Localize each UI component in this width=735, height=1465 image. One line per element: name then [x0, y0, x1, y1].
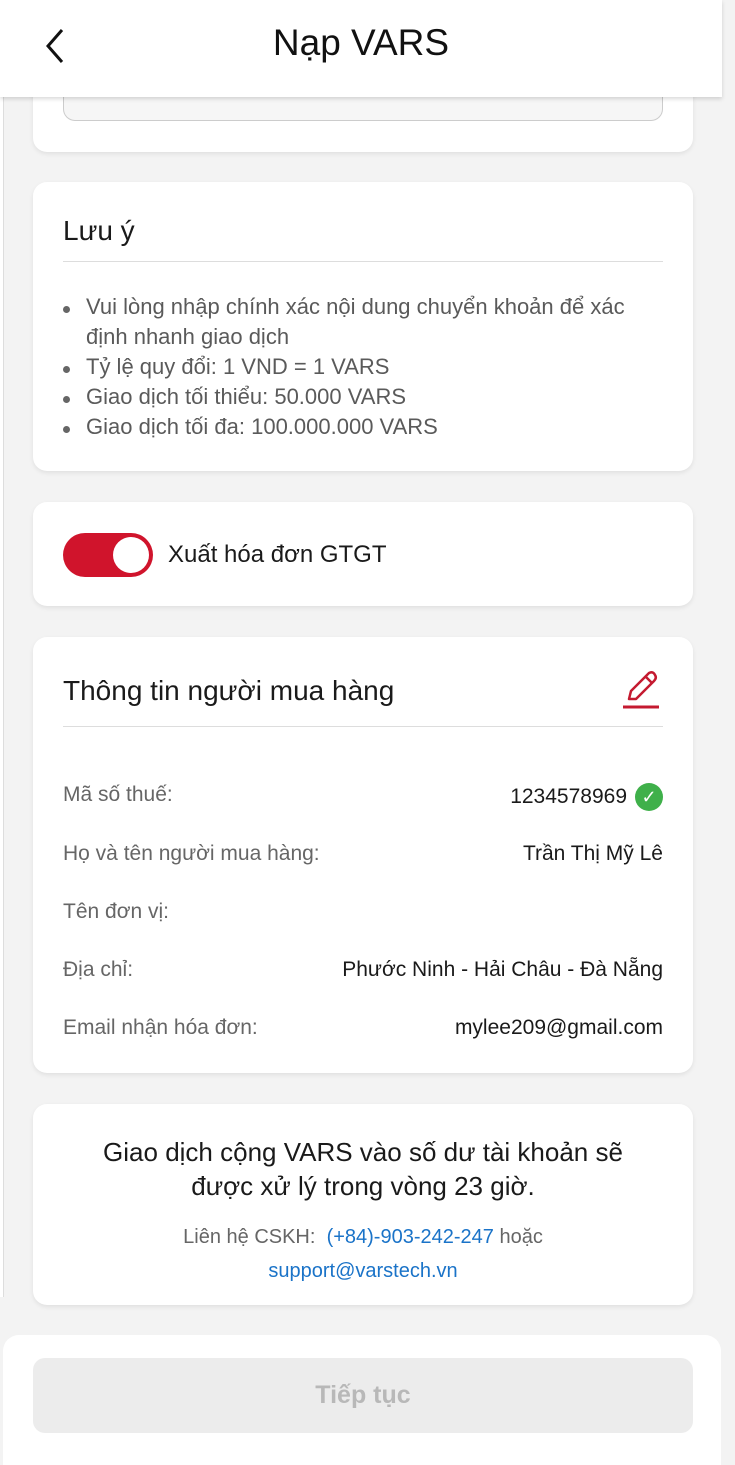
- buyer-name-row: Họ và tên người mua hàng: Trần Thị Mỹ Lê: [63, 842, 663, 872]
- row-value: Trần Thị Mỹ Lê: [522, 842, 663, 865]
- row-value: mylee209@gmail.com: [454, 1016, 663, 1039]
- company-row: Tên đơn vị:: [63, 900, 663, 930]
- divider: [63, 261, 663, 262]
- email-link[interactable]: support@varstech.vn: [268, 1260, 457, 1282]
- vat-invoice-label: Xuất hóa đơn GTGT: [168, 541, 387, 568]
- row-label: Mã số thuế:: [63, 783, 173, 806]
- edit-button[interactable]: [621, 669, 661, 716]
- row-label: Tên đơn vị:: [63, 900, 169, 923]
- row-label: Địa chỉ:: [63, 958, 134, 981]
- contact-line: Liên hệ CSKH: (+84)-903-242-247 hoặc: [33, 1226, 693, 1249]
- app-header: Nạp VARS: [0, 0, 722, 97]
- notes-title: Lưu ý: [63, 215, 135, 246]
- note-item: Giao dịch tối đa: 100.000.000 VARS: [63, 412, 663, 442]
- buyer-info-title: Thông tin người mua hàng: [63, 675, 395, 706]
- note-item: Giao dịch tối thiểu: 50.000 VARS: [63, 382, 663, 412]
- note-item: Vui lòng nhập chính xác nội dung chuyển …: [63, 292, 663, 352]
- processing-info-card: Giao dịch cộng VARS vào số dư tài khoản …: [33, 1104, 693, 1305]
- or-text: hoặc: [499, 1226, 543, 1248]
- email-line: support@varstech.vn: [33, 1260, 693, 1283]
- divider: [63, 726, 663, 727]
- verified-check-icon: ✓: [635, 783, 663, 811]
- background-page-edge: [0, 97, 4, 1297]
- email-row: Email nhận hóa đơn: mylee209@gmail.com: [63, 1016, 663, 1046]
- tax-code-value: 1234578969: [510, 785, 627, 808]
- tax-code-row: Mã số thuế: 1234578969 ✓: [63, 783, 663, 813]
- pencil-icon: [623, 671, 659, 709]
- row-label: Họ và tên người mua hàng:: [63, 842, 320, 865]
- toggle-knob: [113, 537, 149, 573]
- address-row: Địa chỉ: Phước Ninh - Hải Châu - Đà Nẵng: [63, 958, 663, 988]
- notes-card: Lưu ý Vui lòng nhập chính xác nội dung c…: [33, 182, 693, 471]
- invoice-card: Xuất hóa đơn GTGT: [33, 502, 693, 606]
- note-item: Tỷ lệ quy đổi: 1 VND = 1 VARS: [63, 352, 663, 382]
- processing-line-1: Giao dịch cộng VARS vào số dư tài khoản …: [103, 1137, 623, 1167]
- notes-list: Vui lòng nhập chính xác nội dung chuyển …: [63, 292, 663, 442]
- processing-line-2: được xử lý trong vòng 23 giờ.: [191, 1171, 535, 1201]
- continue-button[interactable]: Tiếp tục: [33, 1358, 693, 1433]
- buyer-info-card: Thông tin người mua hàng Mã số thuế: 1234…: [33, 637, 693, 1073]
- page-title: Nạp VARS: [272, 22, 450, 63]
- row-label: Email nhận hóa đơn:: [63, 1016, 258, 1039]
- contact-prefix: Liên hệ CSKH:: [183, 1226, 316, 1248]
- row-value: Phước Ninh - Hải Châu - Đà Nẵng: [342, 958, 663, 981]
- vat-invoice-toggle[interactable]: [63, 533, 153, 577]
- phone-link[interactable]: (+84)-903-242-247: [327, 1226, 494, 1248]
